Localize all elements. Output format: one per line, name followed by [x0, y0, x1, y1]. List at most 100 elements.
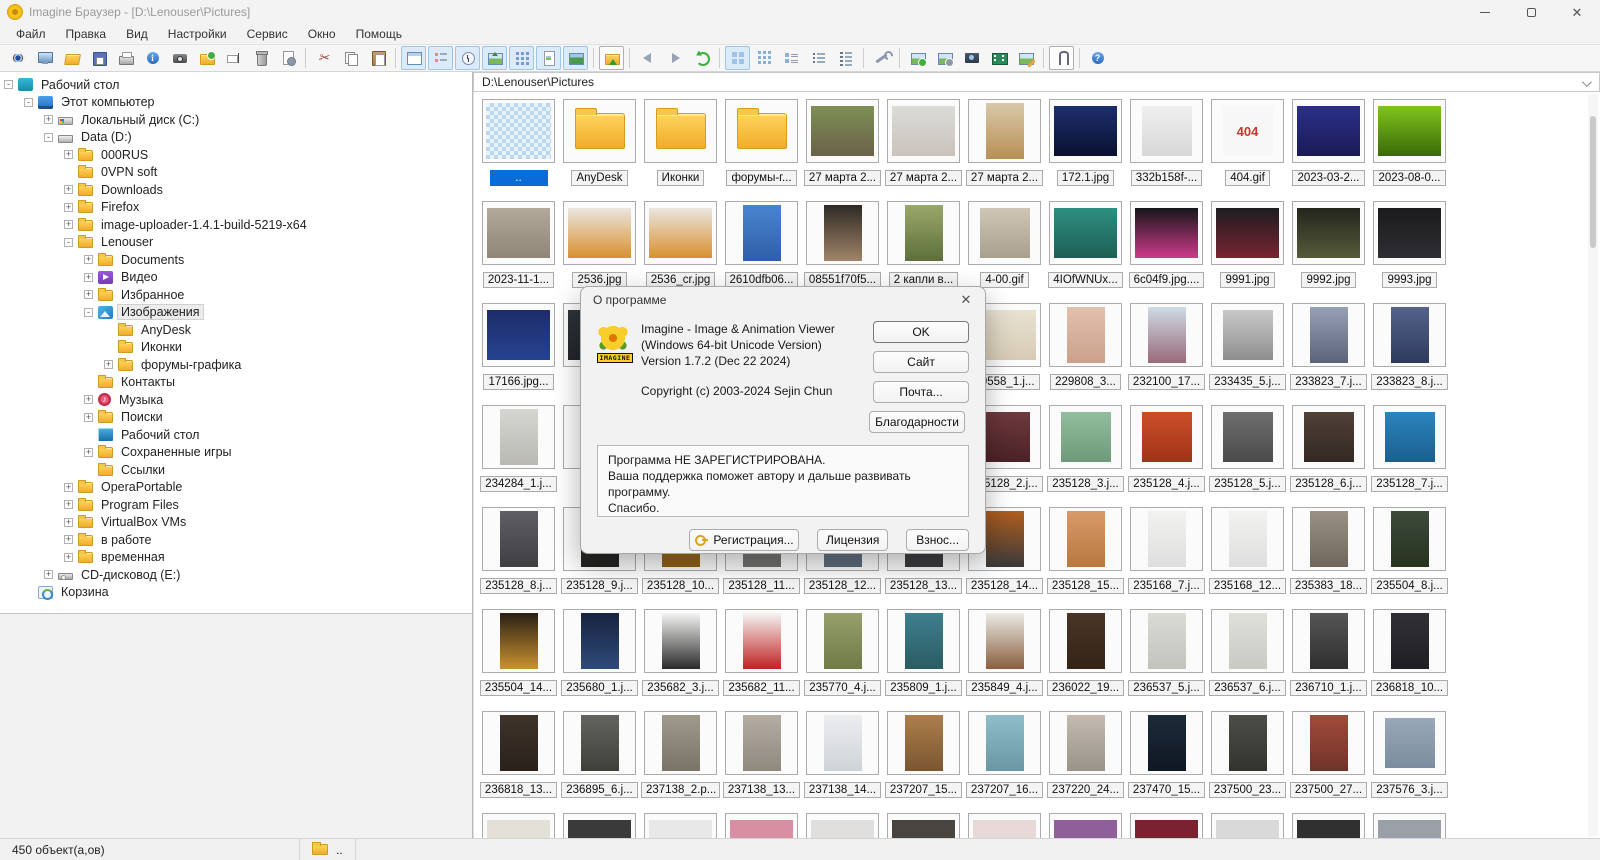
delete-button[interactable] [248, 46, 273, 70]
collapse-icon[interactable]: - [4, 80, 13, 90]
view-tiles-button[interactable] [779, 46, 804, 70]
tree-item-28[interactable]: + временная [2, 549, 472, 567]
tree-item-3[interactable]: + Локальный диск (C:) [2, 111, 472, 129]
grid-item[interactable]: 08551f70f5... [802, 196, 883, 298]
save-button[interactable] [86, 46, 111, 70]
expand-icon[interactable]: + [64, 500, 73, 510]
tree-item-24[interactable]: + OperaPortable [2, 479, 472, 497]
collapse-icon[interactable]: - [84, 307, 93, 317]
file-settings-button[interactable] [275, 46, 300, 70]
tree-item-21[interactable]: Рабочий стол [2, 426, 472, 444]
grid-item[interactable] [1369, 808, 1450, 838]
grid-item[interactable]: 172.1.jpg [1045, 94, 1126, 196]
grid-item[interactable]: 9991.jpg [1207, 196, 1288, 298]
grid-item[interactable]: 237138_2.p... [640, 706, 721, 808]
expand-icon[interactable]: + [64, 535, 73, 545]
expand-icon[interactable]: + [84, 255, 93, 265]
expand-icon[interactable]: + [84, 447, 93, 457]
grid-item[interactable] [478, 808, 559, 838]
filmstrip-button[interactable] [986, 46, 1011, 70]
grid-item[interactable]: 235128_3.j... [1045, 400, 1126, 502]
minimize-button[interactable] [1462, 0, 1508, 24]
menu-item-1[interactable]: Файл [6, 25, 56, 43]
forward-button[interactable] [662, 46, 687, 70]
grid-item[interactable]: 235128_7.j... [1369, 400, 1450, 502]
maximize-button[interactable] [1508, 0, 1554, 24]
tools-button[interactable] [869, 46, 894, 70]
address-bar[interactable]: D:\Lenouser\Pictures [473, 72, 1600, 92]
tree-item-22[interactable]: + Сохраненные игры [2, 444, 472, 462]
grid-item[interactable]: 236895_6.j... [559, 706, 640, 808]
grid-item[interactable]: 235504_14... [478, 604, 559, 706]
grid-item[interactable]: 235680_1.j... [559, 604, 640, 706]
menu-item-2[interactable]: Правка [56, 25, 117, 43]
rename-button[interactable] [221, 46, 246, 70]
tree-item-14[interactable]: - Изображения [2, 304, 472, 322]
grid-item-up[interactable]: .. [478, 94, 559, 196]
file-info-button[interactable] [140, 46, 165, 70]
tree-item-27[interactable]: + в работе [2, 531, 472, 549]
browser-pane-button[interactable] [401, 46, 426, 70]
grid-item[interactable]: 235849_4.j... [964, 604, 1045, 706]
grid-item[interactable]: 237220_24... [1045, 706, 1126, 808]
view-details-button[interactable] [833, 46, 858, 70]
grid-item[interactable]: 235383_18... [1288, 502, 1369, 604]
tree-item-23[interactable]: Ссылки [2, 461, 472, 479]
grid-item[interactable] [964, 808, 1045, 838]
print-button[interactable] [113, 46, 138, 70]
grid-item[interactable]: 236022_19... [1045, 604, 1126, 706]
grid-item[interactable]: 237138_14... [802, 706, 883, 808]
scrollbar-thumb[interactable] [1590, 116, 1596, 248]
dialog-close-icon[interactable]: ✕ [957, 291, 975, 309]
grid-item[interactable]: 9993.jpg [1369, 196, 1450, 298]
wallpaper-button[interactable] [563, 46, 588, 70]
grid-item[interactable]: 235128_15... [1045, 502, 1126, 604]
grid-item[interactable] [1045, 808, 1126, 838]
grid-item[interactable]: 2023-11-1... [478, 196, 559, 298]
expand-icon[interactable]: + [64, 185, 73, 195]
register-button[interactable]: Регистрация... [689, 529, 799, 551]
grid-item[interactable]: 4-00.gif [964, 196, 1045, 298]
tree-item-7[interactable]: + Downloads [2, 181, 472, 199]
tree-item-12[interactable]: + Видео [2, 269, 472, 287]
thumbnail-pane-button[interactable] [509, 46, 534, 70]
expand-icon[interactable]: + [64, 202, 73, 212]
expand-icon[interactable]: + [64, 517, 73, 527]
open-button[interactable] [59, 46, 84, 70]
grid-item[interactable]: 2023-03-2... [1288, 94, 1369, 196]
grid-item[interactable]: 234284_1.j... [478, 400, 559, 502]
tree-item-9[interactable]: + image-uploader-1.4.1-build-5219-x64 [2, 216, 472, 234]
grid-item[interactable]: 235128_6.j... [1288, 400, 1369, 502]
expand-icon[interactable]: + [64, 150, 73, 160]
mail-button[interactable]: Почта... [873, 381, 969, 403]
grid-item[interactable] [1126, 808, 1207, 838]
menu-item-3[interactable]: Вид [116, 25, 158, 43]
collapse-icon[interactable]: - [64, 237, 73, 247]
expand-icon[interactable]: + [104, 360, 113, 370]
close-button[interactable]: ✕ [1554, 0, 1600, 24]
folder-pane-button[interactable] [428, 46, 453, 70]
grid-item[interactable]: 235128_4.j... [1126, 400, 1207, 502]
tree-item-8[interactable]: + Firefox [2, 199, 472, 217]
copy-button[interactable] [338, 46, 363, 70]
help-button[interactable] [1085, 46, 1110, 70]
cut-button[interactable] [311, 46, 336, 70]
preview-pane-button[interactable] [482, 46, 507, 70]
vertical-scrollbar[interactable] [1588, 94, 1598, 836]
grid-item[interactable]: 27 марта 2... [883, 94, 964, 196]
donate-button[interactable]: Взнос... [906, 529, 969, 551]
tree-item-30[interactable]: Корзина [2, 584, 472, 602]
ok-button[interactable]: OK [873, 321, 969, 343]
tree-item-6[interactable]: 0VPN soft [2, 164, 472, 182]
view-thumbnails-button[interactable] [725, 46, 750, 70]
grid-item[interactable]: 2536.jpg [559, 196, 640, 298]
grid-item[interactable]: 2610dfb06... [721, 196, 802, 298]
tree-item-25[interactable]: + Program Files [2, 496, 472, 514]
expand-icon[interactable]: + [44, 115, 53, 125]
grid-item[interactable]: 9992.jpg [1288, 196, 1369, 298]
tree-item-11[interactable]: + Documents [2, 251, 472, 269]
folder-up-button[interactable] [599, 46, 624, 70]
slideshow-button[interactable] [32, 46, 57, 70]
grid-item[interactable]: 233435_5.j... [1207, 298, 1288, 400]
tree-item-20[interactable]: + Поиски [2, 409, 472, 427]
